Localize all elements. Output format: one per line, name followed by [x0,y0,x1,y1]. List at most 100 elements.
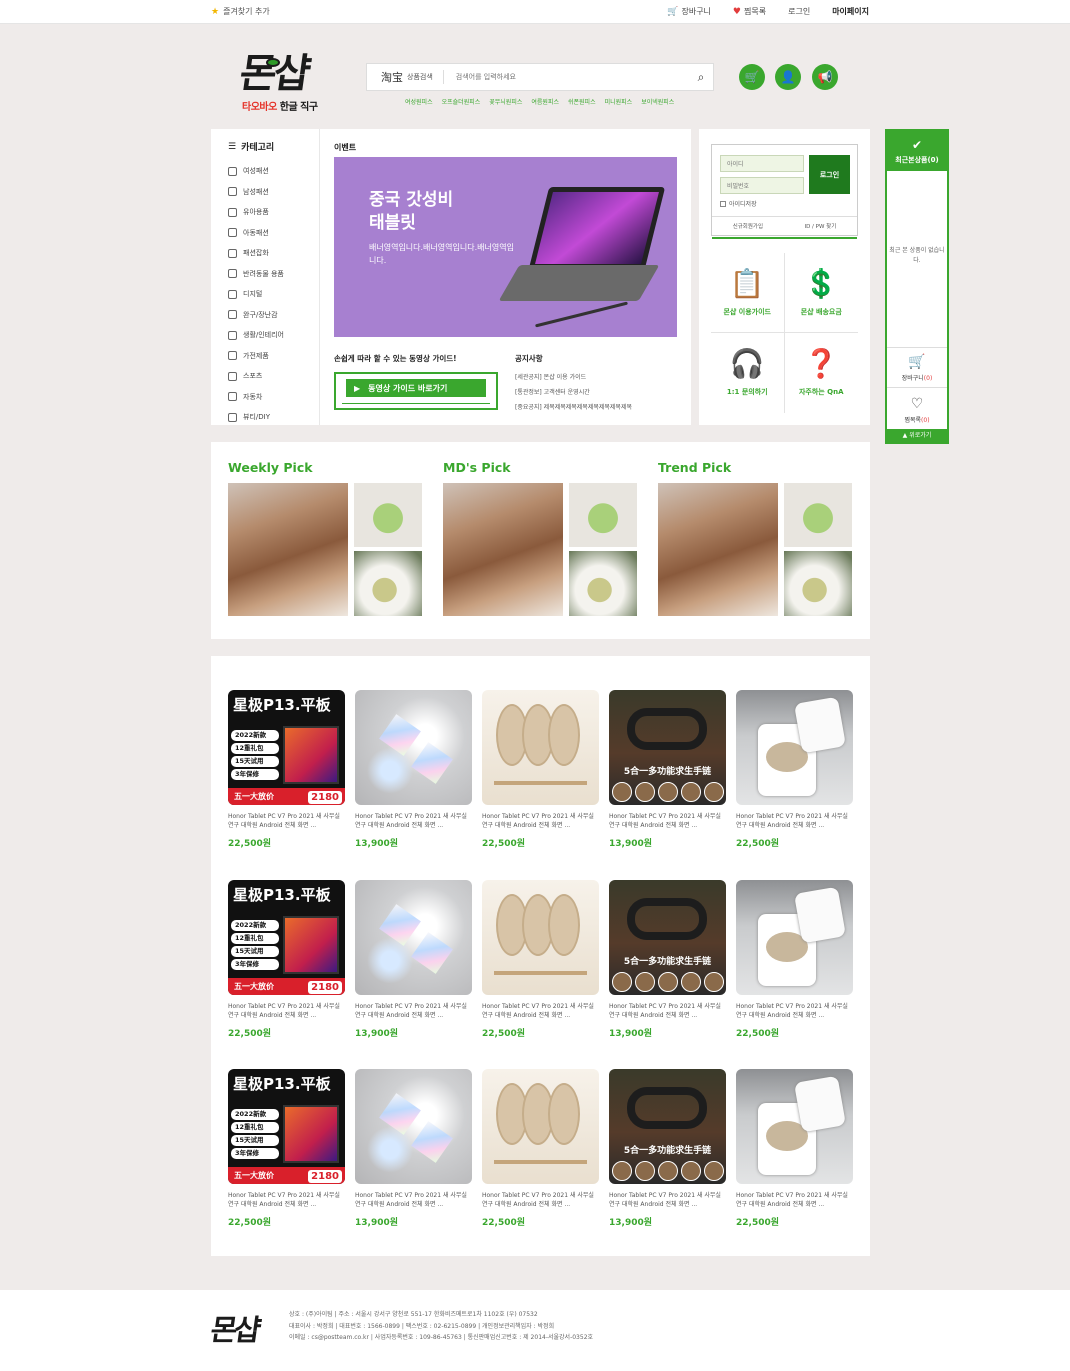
quick-keyword[interactable]: 오프숄더원피스 [442,97,481,106]
quick-keyword[interactable]: 꽃무늬원피스 [489,97,522,106]
product-name[interactable]: Honor Tablet PC V7 Pro 2021 새 사무실 연구 대학원… [736,1002,853,1020]
taobao-selector[interactable]: 淘宝 상품검색 [367,70,444,84]
product-card[interactable]: 5合一多功能求生手链 Honor Tablet PC V7 Pro 2021 새… [609,1069,726,1228]
signup-link[interactable]: 신규회원가입 [733,222,763,230]
quick-keyword[interactable]: 미니원피스 [605,97,633,106]
checkbox[interactable] [720,200,726,207]
product-name[interactable]: Honor Tablet PC V7 Pro 2021 새 사무실 연구 대학원… [609,1191,726,1209]
pick-sub-image[interactable] [569,483,637,547]
product-image[interactable]: 星极P13.平板 2022新款 12重礼包 15天试用 3年保修 五一大放价 2… [228,880,345,995]
pick-sub-image[interactable] [784,483,852,547]
pick-sub-image[interactable] [354,551,422,616]
product-name[interactable]: Honor Tablet PC V7 Pro 2021 새 사무실 연구 대학원… [228,812,345,830]
find-account-link[interactable]: ID / PW 찾기 [804,222,836,230]
product-image[interactable]: 星极P13.平板 2022新款 12重礼包 15天试用 3年保修 五一大放价 2… [228,690,345,805]
product-image[interactable]: 5合一多功能求生手链 [609,690,726,805]
top-login-link[interactable]: 로그인 [788,6,810,17]
notice-item[interactable]: [세관공지] 몬샵 이용 가이드 [515,370,632,385]
product-card[interactable]: 星极P13.平板 2022新款 12重礼包 15天试用 3年保修 五一大放价 2… [228,880,345,1039]
product-image[interactable] [482,690,599,805]
product-card[interactable]: Honor Tablet PC V7 Pro 2021 새 사무실 연구 대학원… [482,690,599,849]
category-item[interactable]: 패션잡화 [228,243,284,264]
product-card[interactable]: Honor Tablet PC V7 Pro 2021 새 사무실 연구 대학원… [355,690,472,849]
product-card[interactable]: 5合一多功能求生手链 Honor Tablet PC V7 Pro 2021 새… [609,880,726,1039]
category-item[interactable]: 아동패션 [228,223,284,244]
product-image[interactable] [482,880,599,995]
notice-item[interactable]: [중요공지] 제목제목제목제목제목제목제목제목 [515,400,632,415]
footer-logo[interactable]: 몬샵 [208,1307,261,1349]
id-field[interactable]: 아이디 [720,155,804,172]
search-icon[interactable]: ⌕ [689,70,713,85]
remember-id[interactable]: 아이디저장 [720,199,757,208]
product-image[interactable] [482,1069,599,1184]
service-guide[interactable]: 📋 몬샵 이용가이드 [711,253,785,333]
pick-main-image[interactable] [443,483,563,616]
product-name[interactable]: Honor Tablet PC V7 Pro 2021 새 사무실 연구 대학원… [482,812,599,830]
pick-main-image[interactable] [228,483,348,616]
product-image[interactable] [355,690,472,805]
category-item[interactable]: 생활/인테리어 [228,325,284,346]
product-card[interactable]: Honor Tablet PC V7 Pro 2021 새 사무실 연구 대학원… [736,880,853,1039]
service-qna[interactable]: ❓ 자주하는 QnA [785,333,859,413]
product-card[interactable]: 5合一多功能求生手链 Honor Tablet PC V7 Pro 2021 새… [609,690,726,849]
header-user-button[interactable]: 👤 [775,64,801,90]
quick-keyword[interactable]: 보이넥원피스 [641,97,674,106]
category-item[interactable]: 가전제품 [228,346,284,367]
search-input[interactable] [455,73,689,81]
product-name[interactable]: Honor Tablet PC V7 Pro 2021 새 사무실 연구 대학원… [228,1191,345,1209]
product-card[interactable]: Honor Tablet PC V7 Pro 2021 새 사무실 연구 대학원… [355,880,472,1039]
product-card[interactable]: Honor Tablet PC V7 Pro 2021 새 사무실 연구 대학원… [736,1069,853,1228]
category-item[interactable]: 남성패션 [228,182,284,203]
pick-sub-image[interactable] [354,483,422,547]
quick-keyword[interactable]: 쉬폰원피스 [568,97,596,106]
category-item[interactable]: 스포츠 [228,366,284,387]
sidebar-wishlist[interactable]: ♡ 찜목록(0) [887,387,947,431]
video-guide-button[interactable]: ▶ 동영상 가이드 바로가기 [334,372,498,410]
product-name[interactable]: Honor Tablet PC V7 Pro 2021 새 사무실 연구 대학원… [736,812,853,830]
sidebar-cart[interactable]: 🛒 장바구니(0) [887,347,947,387]
pick-sub-image[interactable] [784,551,852,616]
product-card[interactable]: 星极P13.平板 2022新款 12重礼包 15天试用 3年保修 五一大放价 2… [228,690,345,849]
header-megaphone-button[interactable]: 📢 [812,64,838,90]
category-item[interactable]: 뷰티/DIY [228,407,284,428]
category-item[interactable]: 유아용품 [228,202,284,223]
product-name[interactable]: Honor Tablet PC V7 Pro 2021 새 사무실 연구 대학원… [609,812,726,830]
service-inquiry[interactable]: 🎧 1:1 문의하기 [711,333,785,413]
password-field[interactable]: 비밀번호 [720,177,804,194]
product-card[interactable]: Honor Tablet PC V7 Pro 2021 새 사무실 연구 대학원… [736,690,853,849]
quick-keyword[interactable]: 여성원피스 [405,97,433,106]
favorite-link[interactable]: ★ 즐겨찾기 추가 [211,6,270,17]
category-item[interactable]: 반려동물 용품 [228,264,284,285]
product-name[interactable]: Honor Tablet PC V7 Pro 2021 새 사무실 연구 대학원… [482,1002,599,1020]
product-image[interactable] [736,880,853,995]
product-name[interactable]: Honor Tablet PC V7 Pro 2021 새 사무실 연구 대학원… [609,1002,726,1020]
product-card[interactable]: Honor Tablet PC V7 Pro 2021 새 사무실 연구 대학원… [482,880,599,1039]
category-item[interactable]: 여성패션 [228,161,284,182]
site-logo[interactable]: 몬샵 타오바오 한글 직구 [237,51,340,114]
top-mypage-link[interactable]: 마이페이지 [832,6,869,17]
product-name[interactable]: Honor Tablet PC V7 Pro 2021 새 사무실 연구 대학원… [355,812,472,830]
product-card[interactable]: 星极P13.平板 2022新款 12重礼包 15天试用 3年保修 五一大放价 2… [228,1069,345,1228]
category-item[interactable]: 자동차 [228,387,284,408]
scroll-top-button[interactable]: ▲ 위로가기 [887,429,947,442]
top-cart-link[interactable]: 🛒 장바구니 [667,6,711,17]
event-banner[interactable]: 중국 갓성비 태블릿 배너영역입니다.배너영역입니다.배너영역입니다. [334,157,677,337]
header-cart-button[interactable]: 🛒 [739,64,765,90]
product-image[interactable] [736,1069,853,1184]
pick-main-image[interactable] [658,483,778,616]
recent-header[interactable]: ✔ 최근본상품(0) [887,131,947,171]
category-item[interactable]: 완구/장난감 [228,305,284,326]
pick-sub-image[interactable] [569,551,637,616]
product-name[interactable]: Honor Tablet PC V7 Pro 2021 새 사무실 연구 대학원… [736,1191,853,1209]
product-image[interactable] [736,690,853,805]
product-name[interactable]: Honor Tablet PC V7 Pro 2021 새 사무실 연구 대학원… [482,1191,599,1209]
notice-item[interactable]: [통관정보] 고객센터 운영시간 [515,385,632,400]
product-name[interactable]: Honor Tablet PC V7 Pro 2021 새 사무실 연구 대학원… [355,1191,472,1209]
login-button[interactable]: 로그인 [809,155,850,194]
product-name[interactable]: Honor Tablet PC V7 Pro 2021 새 사무실 연구 대학원… [355,1002,472,1020]
product-card[interactable]: Honor Tablet PC V7 Pro 2021 새 사무실 연구 대학원… [482,1069,599,1228]
category-item[interactable]: 디지털 [228,284,284,305]
quick-keyword[interactable]: 여름원피스 [531,97,559,106]
top-wishlist-link[interactable]: ♥ 찜목록 [733,6,766,17]
product-card[interactable]: Honor Tablet PC V7 Pro 2021 새 사무실 연구 대학원… [355,1069,472,1228]
